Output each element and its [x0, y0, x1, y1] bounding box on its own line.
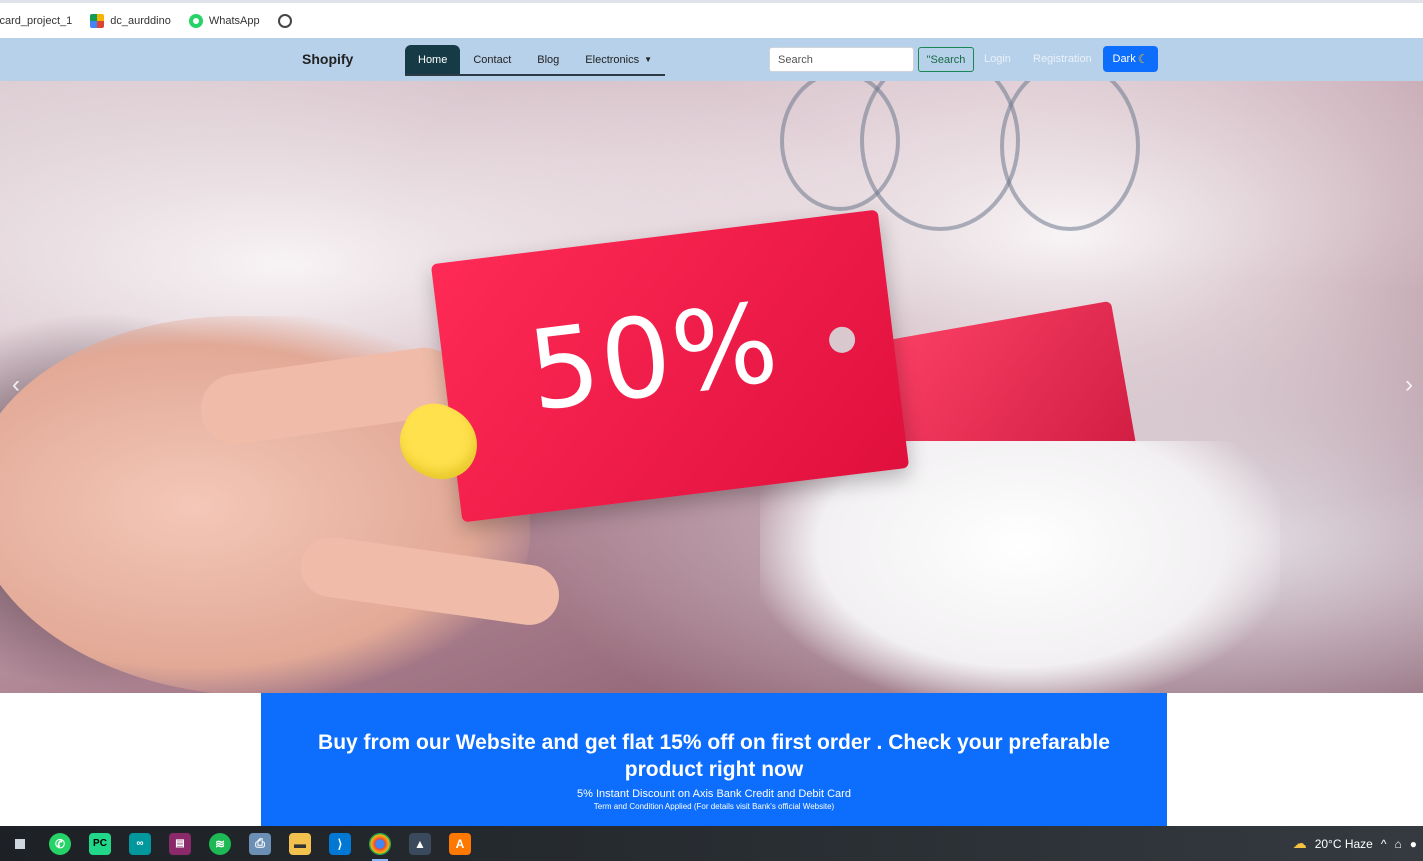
nav-blog[interactable]: Blog — [524, 45, 572, 74]
pycharm-icon[interactable]: PC — [89, 832, 111, 855]
bookmark-dc-aurddino[interactable]: dc_aurddino — [90, 13, 171, 28]
bookmark-kcard[interactable]: kcard_project_1 — [0, 15, 72, 27]
bookmarks-bar: kcard_project_1 dc_aurddino WhatsApp — [0, 0, 1423, 38]
nav-contact[interactable]: Contact — [460, 45, 524, 74]
hero-carousel: 50% ‹ › — [0, 81, 1423, 693]
search-button[interactable]: "Search — [918, 47, 974, 72]
nav-links: Home Contact Blog Electronics ▼ — [405, 45, 666, 76]
file-explorer-icon[interactable]: ▬ — [289, 832, 311, 855]
nav-home[interactable]: Home — [405, 45, 461, 74]
promo-title: Buy from our Website and get flat 15% of… — [318, 731, 1110, 781]
whatsapp-icon — [188, 13, 203, 28]
caret-down-icon: ▼ — [644, 55, 653, 64]
search-input[interactable] — [769, 47, 914, 72]
avast-icon[interactable]: A — [449, 832, 471, 855]
bookmark-globe[interactable] — [277, 13, 292, 28]
tag-hole — [827, 325, 857, 355]
login-link[interactable]: Login — [984, 53, 1011, 65]
photos-icon[interactable]: ▲ — [409, 832, 431, 855]
dark-mode-button[interactable]: Dark ☾ — [1103, 46, 1158, 72]
bookmark-label: WhatsApp — [208, 14, 260, 27]
bookmark-whatsapp[interactable]: WhatsApp — [188, 13, 260, 28]
moon-icon: ☾ — [1137, 52, 1149, 66]
chevron-up-icon[interactable]: ^ — [1381, 837, 1387, 851]
promo-subtitle: 5% Instant Discount on Axis Bank Credit … — [577, 788, 851, 800]
arduino-icon[interactable]: ∞ — [129, 832, 151, 855]
brand-logo[interactable]: Shopify — [302, 51, 353, 67]
hanger-graphic — [860, 81, 1020, 231]
spotify-icon[interactable]: ≋ — [209, 832, 231, 855]
nav-electronics-dropdown[interactable]: Electronics ▼ — [572, 45, 665, 74]
chrome-icon[interactable] — [369, 832, 391, 861]
bookmark-label: dc_aurddino — [110, 14, 171, 27]
promo-banner: Buy from our Website and get flat 15% of… — [261, 693, 1167, 828]
registration-link[interactable]: Registration — [1033, 53, 1092, 65]
weather-icon: ☁ — [1292, 835, 1307, 851]
grid-icon — [90, 13, 105, 28]
taskbar: ✆ PC ∞ ▤ ≋ ⎙ ▬ ⟩ ▲ A ☁ 20°C Haze ^ ⌂ ● — [0, 826, 1423, 861]
system-tray: ☁ 20°C Haze ^ ⌂ ● — [1293, 826, 1423, 861]
weather-text[interactable]: 20°C Haze — [1315, 837, 1373, 851]
printer-icon[interactable]: ⎙ — [249, 832, 271, 855]
vscode-icon[interactable]: ⟩ — [329, 832, 351, 855]
navbar: Shopify Home Contact Blog Electronics ▼ … — [0, 38, 1423, 81]
nav-electronics-label: Electronics — [585, 53, 640, 66]
network-icon[interactable]: ⌂ — [1395, 837, 1402, 851]
dark-mode-label: Dark — [1112, 53, 1136, 65]
microphone-icon[interactable]: ● — [1410, 837, 1417, 851]
globe-icon — [277, 13, 292, 28]
start-icon[interactable] — [9, 833, 31, 855]
winrar-icon[interactable]: ▤ — [169, 832, 191, 855]
whatsapp-icon[interactable]: ✆ — [49, 832, 71, 855]
sale-tag-text: 50% — [521, 278, 787, 436]
chevron-left-icon[interactable]: ‹ — [12, 371, 20, 399]
chevron-right-icon[interactable]: › — [1405, 371, 1413, 399]
bookmark-label: kcard_project_1 — [0, 14, 73, 27]
promo-note: Term and Condition Applied (For details … — [593, 802, 835, 811]
sale-tag: 50% — [430, 209, 910, 523]
hanger-graphic — [1000, 81, 1140, 231]
garment-graphic — [760, 441, 1280, 693]
